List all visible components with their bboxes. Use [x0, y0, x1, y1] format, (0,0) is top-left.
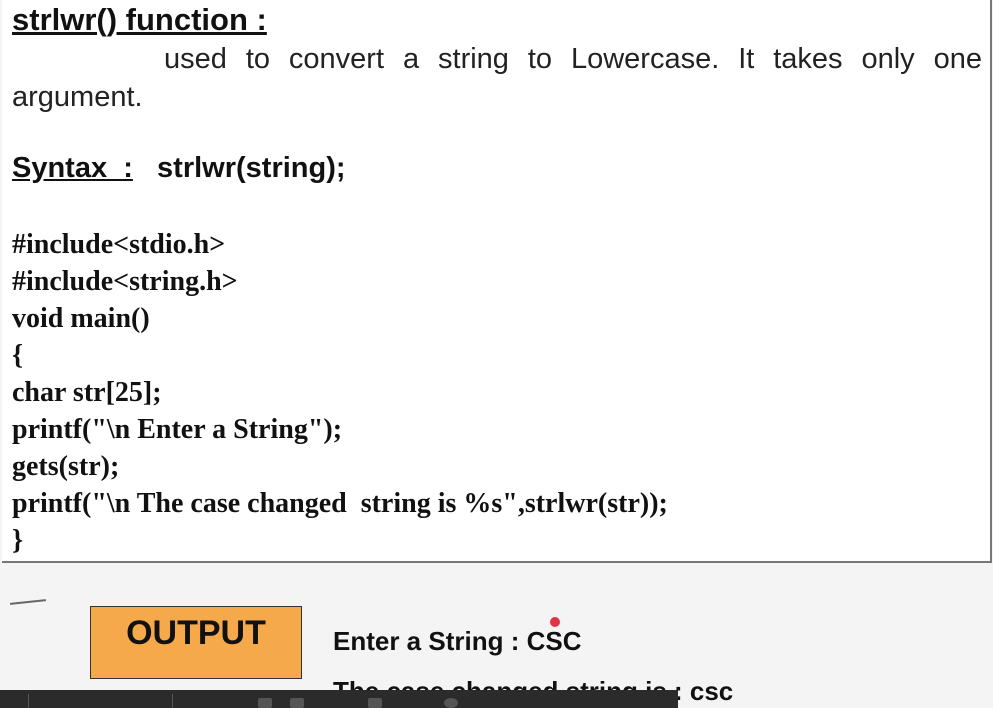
- annotation-stroke: [9, 599, 47, 605]
- taskbar-app-icon[interactable]: [444, 698, 458, 708]
- code-line: printf("\n Enter a String");: [12, 414, 343, 445]
- taskbar-app-icon[interactable]: [290, 698, 304, 708]
- output-line-1: Enter a String : CSC: [333, 626, 582, 656]
- code-line: #include<string.h>: [12, 266, 238, 297]
- taskbar-separator: [28, 694, 29, 708]
- taskbar-separator: [172, 694, 173, 708]
- output-label: OUTPUT: [126, 614, 266, 652]
- taskbar: [0, 690, 678, 708]
- syntax-value: strlwr(string);: [157, 152, 346, 184]
- code-block: #include<stdio.h> #include<string.h> voi…: [12, 226, 668, 559]
- code-line: #include<stdio.h>: [12, 229, 226, 260]
- function-description: used to convert a string to Lowercase. I…: [12, 43, 982, 113]
- code-line: }: [12, 525, 24, 556]
- laser-pointer-dot: [550, 617, 560, 627]
- syntax-line: Syntax : strlwr(string);: [12, 152, 346, 185]
- code-line: void main(): [12, 303, 150, 334]
- output-label-box: OUTPUT: [90, 606, 302, 679]
- code-line: gets(str);: [12, 451, 120, 482]
- taskbar-app-icon[interactable]: [258, 698, 272, 708]
- code-line: printf("\n The case changed string is %s…: [12, 488, 668, 519]
- code-line: {: [12, 340, 24, 371]
- code-line: char str[25];: [12, 377, 162, 408]
- taskbar-app-icon[interactable]: [368, 698, 382, 708]
- syntax-label: Syntax :: [12, 152, 133, 184]
- slide-content: strlwr() function : used to convert a st…: [2, 0, 992, 563]
- page-title: strlwr() function :: [12, 2, 267, 37]
